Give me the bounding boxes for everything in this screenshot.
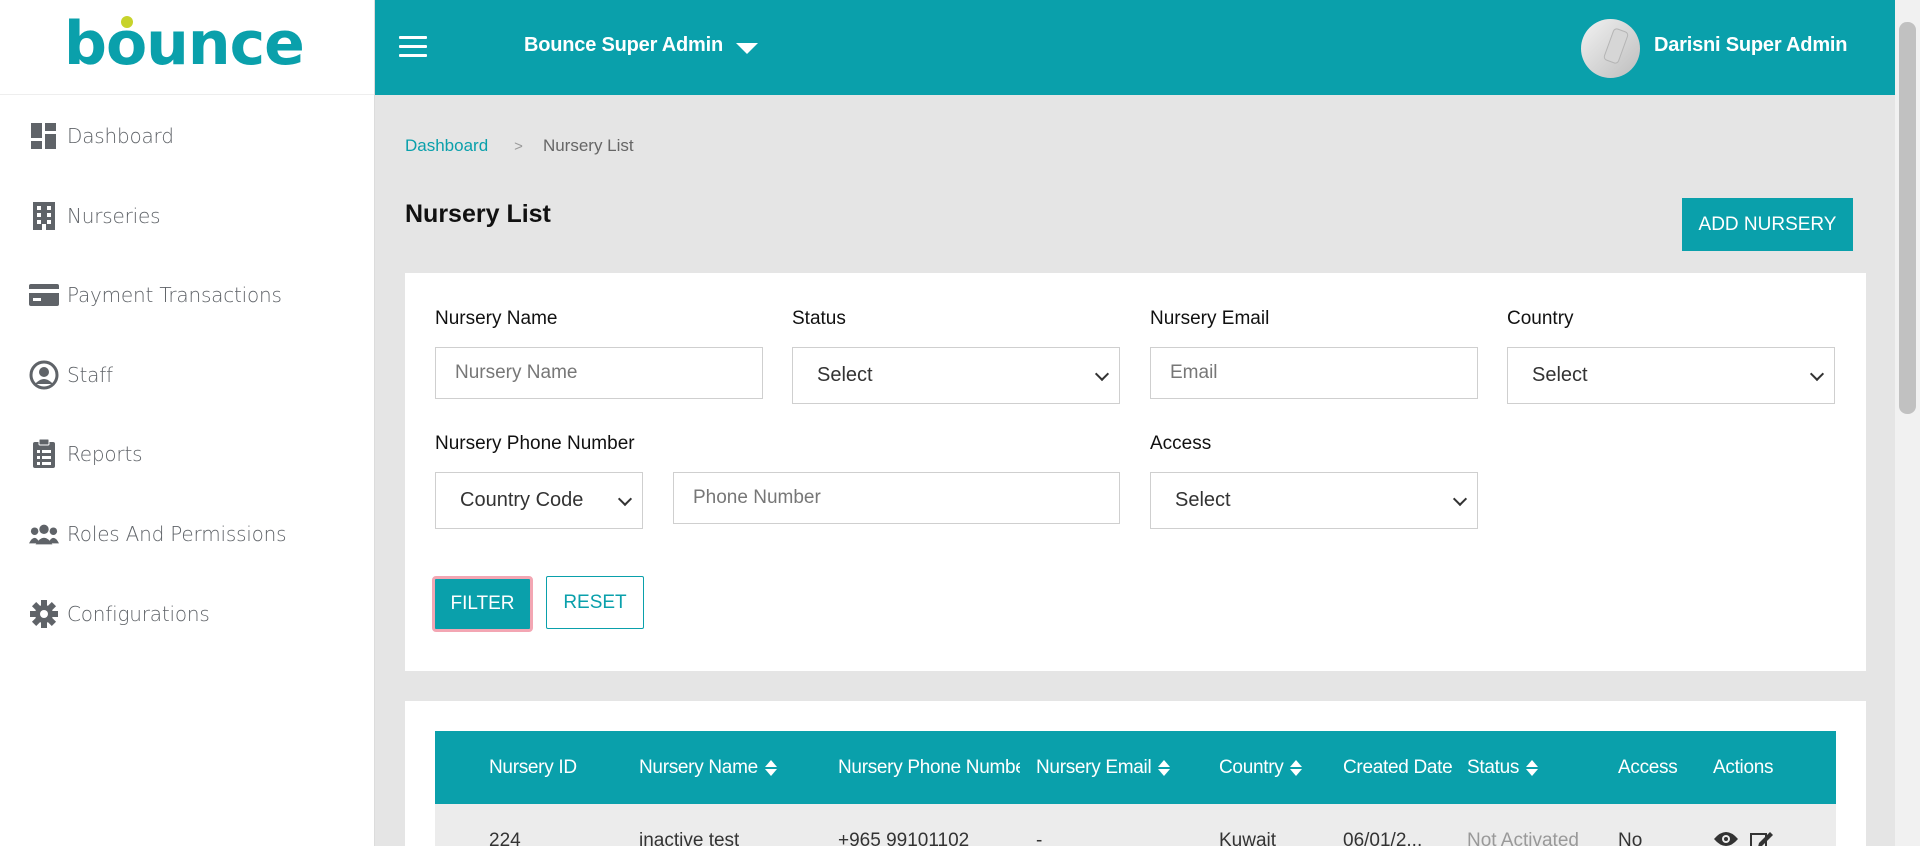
sidebar-item-label: Reports [67, 442, 143, 466]
sort-icon[interactable] [1158, 759, 1171, 777]
sidebar-item-nurseries[interactable]: Nurseries [0, 188, 374, 244]
country-code-select[interactable]: Country Code [435, 472, 643, 529]
breadcrumb-dashboard-link[interactable]: Dashboard [405, 136, 488, 156]
logo[interactable]: bounce [0, 0, 374, 95]
admin-title[interactable]: Bounce Super Admin [524, 34, 723, 57]
sidebar-item-label: Roles And Permissions [67, 522, 287, 546]
sidebar-item-roles-and-permissions[interactable]: Roles And Permissions [0, 506, 374, 562]
col-created-date[interactable]: Created Date [1343, 731, 1467, 804]
cell-status: Not Activated [1467, 830, 1579, 846]
topbar: Bounce Super Admin Darisni Super Admin [375, 0, 1895, 95]
cell-country: Kuwait [1219, 830, 1277, 846]
nursery-email-input[interactable]: Email [1150, 347, 1478, 399]
col-country[interactable]: Country [1219, 731, 1339, 804]
edit-icon[interactable] [1750, 830, 1776, 846]
sidebar-item-label: Configurations [67, 602, 210, 626]
status-label: Status [792, 308, 846, 329]
gear-icon [29, 599, 59, 629]
eye-icon[interactable] [1713, 830, 1739, 846]
logo-dot [121, 16, 133, 28]
page-title: Nursery List [405, 200, 551, 228]
sidebar-item-label: Nurseries [67, 204, 161, 228]
country-code-value: Country Code [460, 489, 584, 511]
building-icon [29, 201, 59, 231]
nursery-name-input[interactable]: Nursery Name [435, 347, 763, 399]
logo-text: bounce [64, 12, 304, 79]
col-status[interactable]: Status [1467, 731, 1587, 804]
cell-nursery-id: 224 [489, 830, 521, 846]
sidebar-item-configurations[interactable]: Configurations [0, 586, 374, 642]
sidebar-item-label: Payment Transactions [67, 283, 282, 307]
nursery-phone-label: Nursery Phone Number [435, 433, 635, 454]
scrollbar-thumb[interactable] [1899, 22, 1916, 414]
country-select-value: Select [1532, 364, 1588, 386]
reset-button[interactable]: RESET [546, 576, 644, 629]
sort-icon[interactable] [1526, 759, 1539, 777]
avatar[interactable] [1581, 19, 1640, 78]
credit-card-icon [29, 280, 59, 310]
sidebar-item-staff[interactable]: Staff [0, 347, 374, 403]
col-access: Access [1618, 756, 1678, 778]
status-select-value: Select [817, 364, 873, 386]
col-nursery-email[interactable]: Nursery Email [1036, 731, 1216, 804]
caret-down-icon[interactable] [736, 43, 758, 54]
cell-nursery-email: - [1036, 830, 1043, 846]
sort-icon[interactable] [764, 759, 777, 777]
menu-icon[interactable] [399, 36, 427, 58]
bounce-logo-icon: bounce [64, 12, 305, 79]
chevron-down-icon [1452, 491, 1468, 506]
access-select-value: Select [1175, 489, 1231, 511]
dashboard-icon [29, 121, 59, 151]
country-label: Country [1507, 308, 1574, 329]
sidebar-item-label: Dashboard [67, 124, 174, 148]
phone-number-input[interactable]: Phone Number [673, 472, 1120, 524]
chevron-down-icon [1809, 366, 1825, 381]
access-select[interactable]: Select [1150, 472, 1478, 529]
nursery-name-label: Nursery Name [435, 308, 558, 329]
filter-panel: Nursery Name Nursery Name Status Select … [405, 273, 1866, 671]
status-select[interactable]: Select [792, 347, 1120, 404]
user-name[interactable]: Darisni Super Admin [1654, 34, 1847, 57]
col-nursery-id[interactable]: Nursery ID [489, 731, 609, 804]
cell-nursery-name: inactive test [639, 830, 740, 846]
sidebar-item-reports[interactable]: Reports [0, 426, 374, 482]
table-header: Nursery ID Nursery Name Nursery Phone Nu… [435, 731, 1836, 804]
table-row: 224 inactive test +965 99101102 - Kuwait… [435, 804, 1836, 846]
cell-access: No [1618, 830, 1643, 846]
add-nursery-button[interactable]: ADD NURSERY [1682, 198, 1853, 251]
filter-button[interactable]: FILTER [432, 576, 533, 632]
col-nursery-name[interactable]: Nursery Name [639, 731, 799, 804]
sort-icon[interactable] [1290, 759, 1303, 777]
clipboard-list-icon [29, 439, 59, 469]
country-select[interactable]: Select [1507, 347, 1835, 404]
sidebar-item-payment-transactions[interactable]: Payment Transactions [0, 267, 374, 323]
page-scrollbar[interactable] [1895, 0, 1920, 846]
sidebar-item-dashboard[interactable]: Dashboard [0, 108, 374, 164]
col-actions: Actions [1713, 756, 1774, 778]
chevron-down-icon [1094, 366, 1110, 381]
access-label: Access [1150, 433, 1212, 454]
users-icon [29, 519, 59, 549]
nursery-email-label: Nursery Email [1150, 308, 1270, 329]
sidebar: bounce Dashboard Nurseries Payment Trans… [0, 0, 375, 846]
chevron-down-icon [617, 491, 633, 506]
sidebar-item-label: Staff [67, 363, 113, 387]
col-nursery-phone[interactable]: Nursery Phone Number [838, 731, 1020, 804]
chevron-right-icon: > [514, 137, 523, 155]
cell-created-date: 06/01/2... [1343, 830, 1423, 846]
nursery-table-panel: Nursery ID Nursery Name Nursery Phone Nu… [405, 701, 1866, 846]
cell-nursery-phone: +965 99101102 [838, 830, 970, 846]
breadcrumb-current: Nursery List [542, 136, 634, 155]
breadcrumb: Dashboard > Nursery List [405, 136, 634, 156]
user-circle-icon [29, 360, 59, 390]
